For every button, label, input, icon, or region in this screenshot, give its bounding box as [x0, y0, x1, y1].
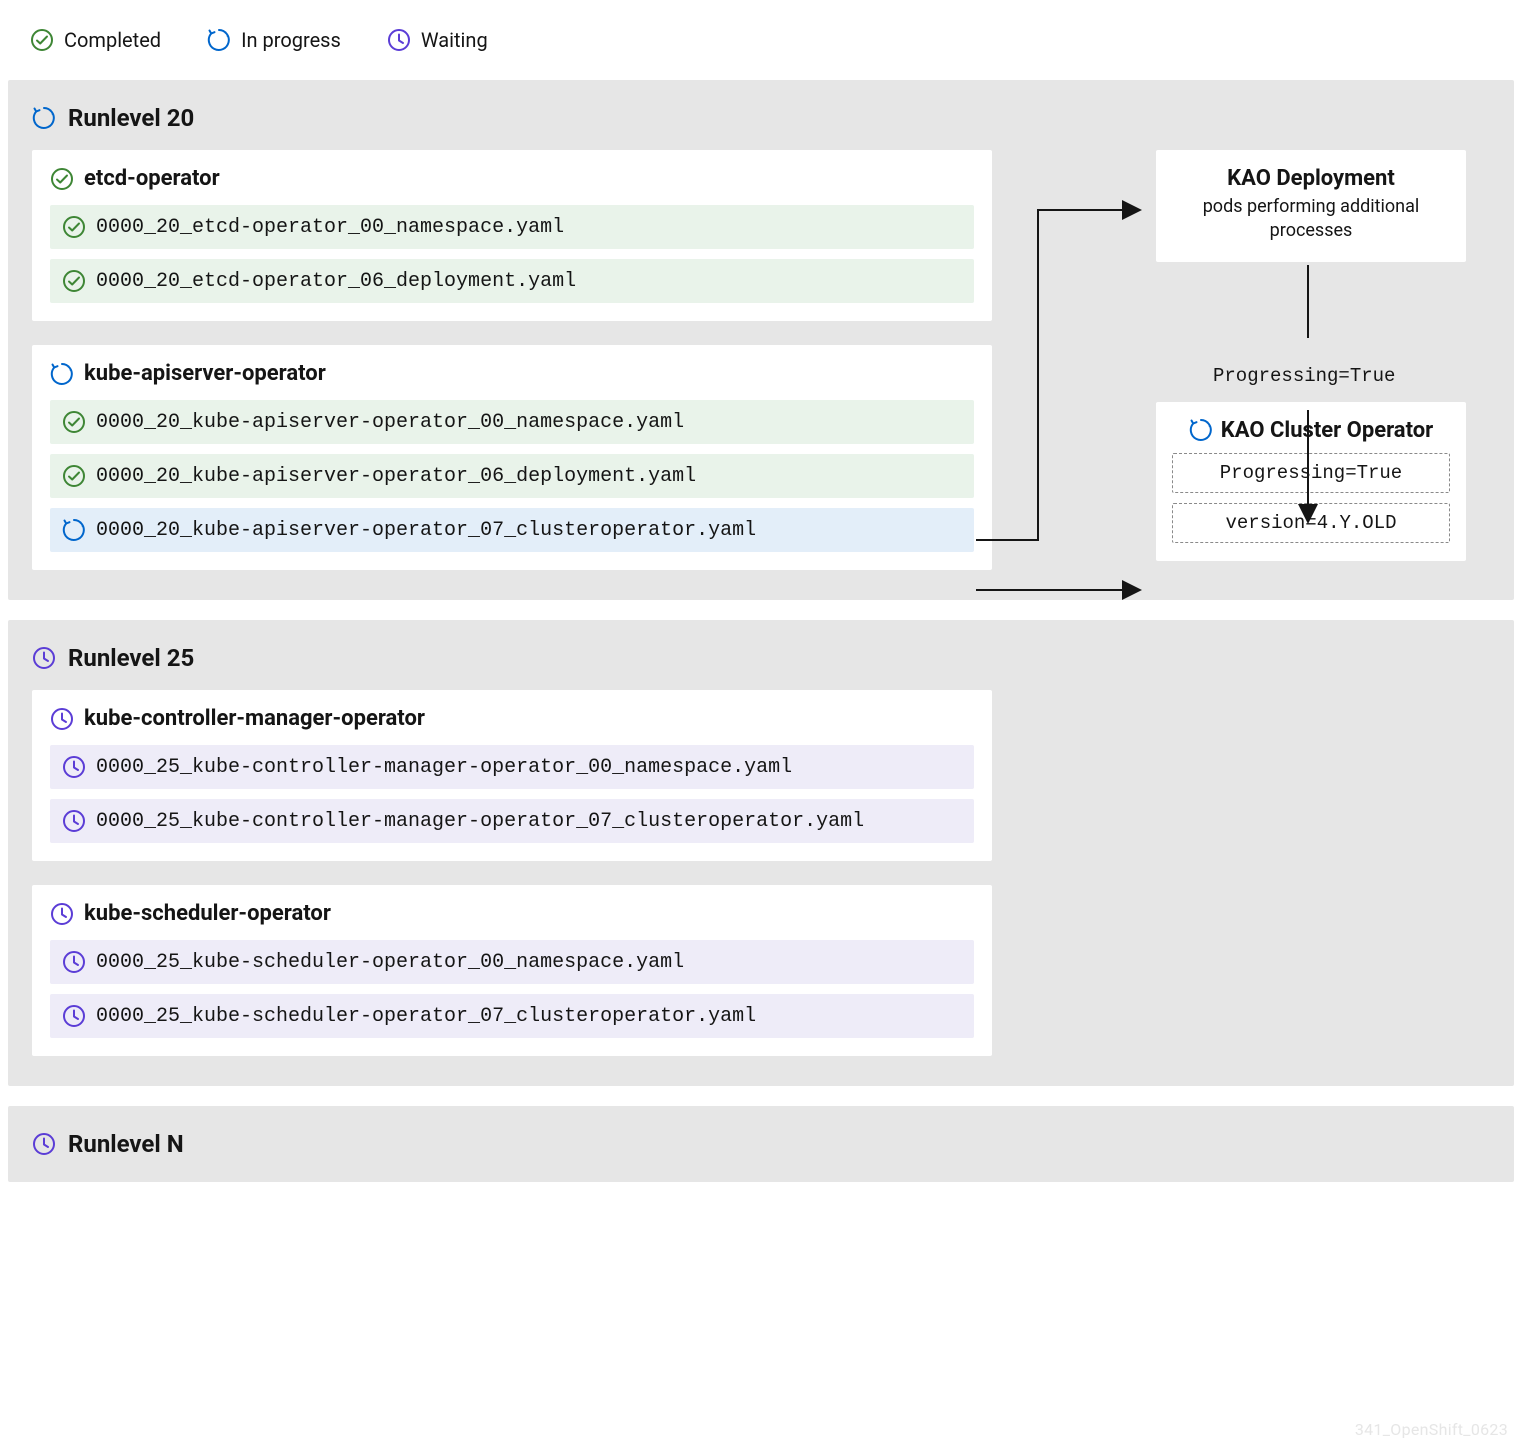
manifest-file: 0000_25_kube-controller-manager-operator… — [96, 756, 792, 779]
spinner-icon — [32, 106, 56, 130]
runlevel-20-title: Runlevel 20 — [68, 104, 194, 132]
legend: Completed In progress Waiting — [0, 0, 1520, 80]
manifest-file: 0000_25_kube-scheduler-operator_07_clust… — [96, 1005, 756, 1028]
spinner-icon — [62, 518, 86, 542]
runlevel-25-section: Runlevel 25 kube-controller-manager-oper… — [8, 620, 1514, 1086]
clock-icon — [387, 28, 411, 52]
manifest-file: 0000_25_kube-scheduler-operator_00_names… — [96, 951, 684, 974]
legend-waiting: Waiting — [387, 28, 488, 52]
runlevel-25-title: Runlevel 25 — [68, 644, 194, 672]
manifest-file: 0000_20_kube-apiserver-operator_00_names… — [96, 411, 684, 434]
spinner-icon — [50, 362, 74, 386]
runlevel-25-header: Runlevel 25 — [32, 644, 1490, 672]
clock-icon — [50, 707, 74, 731]
clock-icon — [62, 809, 86, 833]
check-circle-icon — [62, 269, 86, 293]
manifest-file: 0000_20_kube-apiserver-operator_07_clust… — [96, 519, 756, 542]
runlevel-20-header: Runlevel 20 — [32, 104, 1490, 132]
runlevel-n-title: Runlevel N — [68, 1130, 184, 1158]
check-circle-icon — [30, 28, 54, 52]
legend-completed-label: Completed — [64, 28, 161, 52]
clock-icon — [62, 755, 86, 779]
kao-co-field: Progressing=True — [1172, 453, 1450, 493]
manifest-line: 0000_25_kube-controller-manager-operator… — [50, 799, 974, 843]
operator-card-etcd: etcd-operator 0000_20_etcd-operator_00_n… — [32, 150, 992, 321]
legend-waiting-label: Waiting — [421, 28, 488, 52]
clock-icon — [62, 1004, 86, 1028]
manifest-file: 0000_25_kube-controller-manager-operator… — [96, 810, 864, 833]
connector-label: Progressing=True — [1213, 365, 1395, 387]
check-circle-icon — [62, 464, 86, 488]
runlevel-25-operators: kube-controller-manager-operator 0000_25… — [32, 690, 992, 1056]
operator-name: kube-apiserver-operator — [84, 361, 326, 386]
manifest-line: 0000_20_kube-apiserver-operator_06_deplo… — [50, 454, 974, 498]
manifest-line: 0000_25_kube-controller-manager-operator… — [50, 745, 974, 789]
manifest-file: 0000_20_etcd-operator_06_deployment.yaml — [96, 270, 576, 293]
kao-co-field: version=4.Y.OLD — [1172, 503, 1450, 543]
operator-card-kube-scheduler: kube-scheduler-operator 0000_25_kube-sch… — [32, 885, 992, 1056]
runlevel-20-section: Runlevel 20 etcd-operator 0000_20_etcd-o… — [8, 80, 1514, 600]
spinner-icon — [1189, 418, 1213, 442]
clock-icon — [32, 646, 56, 670]
clock-icon — [62, 950, 86, 974]
watermark: 341_OpenShift_0623 — [1355, 1420, 1508, 1439]
manifest-line: 0000_20_etcd-operator_06_deployment.yaml — [50, 259, 974, 303]
kao-deployment-title: KAO Deployment — [1172, 166, 1450, 191]
runlevel-n-header: Runlevel N — [32, 1130, 1490, 1158]
clock-icon — [32, 1132, 56, 1156]
runlevel-n-section: Runlevel N — [8, 1106, 1514, 1182]
check-circle-icon — [62, 410, 86, 434]
legend-progress-label: In progress — [241, 28, 341, 52]
legend-progress: In progress — [207, 28, 341, 52]
kao-cluster-operator-box: KAO Cluster Operator Progressing=True ve… — [1156, 402, 1466, 561]
runlevel-20-right: KAO Deployment pods performing additiona… — [1156, 150, 1466, 561]
operator-name: kube-controller-manager-operator — [84, 706, 425, 731]
manifest-line: 0000_20_etcd-operator_00_namespace.yaml — [50, 205, 974, 249]
operator-card-kcm: kube-controller-manager-operator 0000_25… — [32, 690, 992, 861]
kao-deployment-box: KAO Deployment pods performing additiona… — [1156, 150, 1466, 262]
operator-card-kube-apiserver: kube-apiserver-operator 0000_20_kube-api… — [32, 345, 992, 570]
legend-completed: Completed — [30, 28, 161, 52]
check-circle-icon — [50, 167, 74, 191]
operator-name: kube-scheduler-operator — [84, 901, 331, 926]
kao-deployment-subtitle: pods performing additional processes — [1172, 195, 1450, 244]
clock-icon — [50, 902, 74, 926]
manifest-line: 0000_20_kube-apiserver-operator_00_names… — [50, 400, 974, 444]
manifest-file: 0000_20_kube-apiserver-operator_06_deplo… — [96, 465, 696, 488]
runlevel-20-operators: etcd-operator 0000_20_etcd-operator_00_n… — [32, 150, 992, 570]
manifest-file: 0000_20_etcd-operator_00_namespace.yaml — [96, 216, 564, 239]
manifest-line: 0000_20_kube-apiserver-operator_07_clust… — [50, 508, 974, 552]
kao-cluster-operator-title: KAO Cluster Operator — [1221, 418, 1433, 443]
check-circle-icon — [62, 215, 86, 239]
spinner-icon — [207, 28, 231, 52]
operator-name: etcd-operator — [84, 166, 220, 191]
manifest-line: 0000_25_kube-scheduler-operator_00_names… — [50, 940, 974, 984]
manifest-line: 0000_25_kube-scheduler-operator_07_clust… — [50, 994, 974, 1038]
